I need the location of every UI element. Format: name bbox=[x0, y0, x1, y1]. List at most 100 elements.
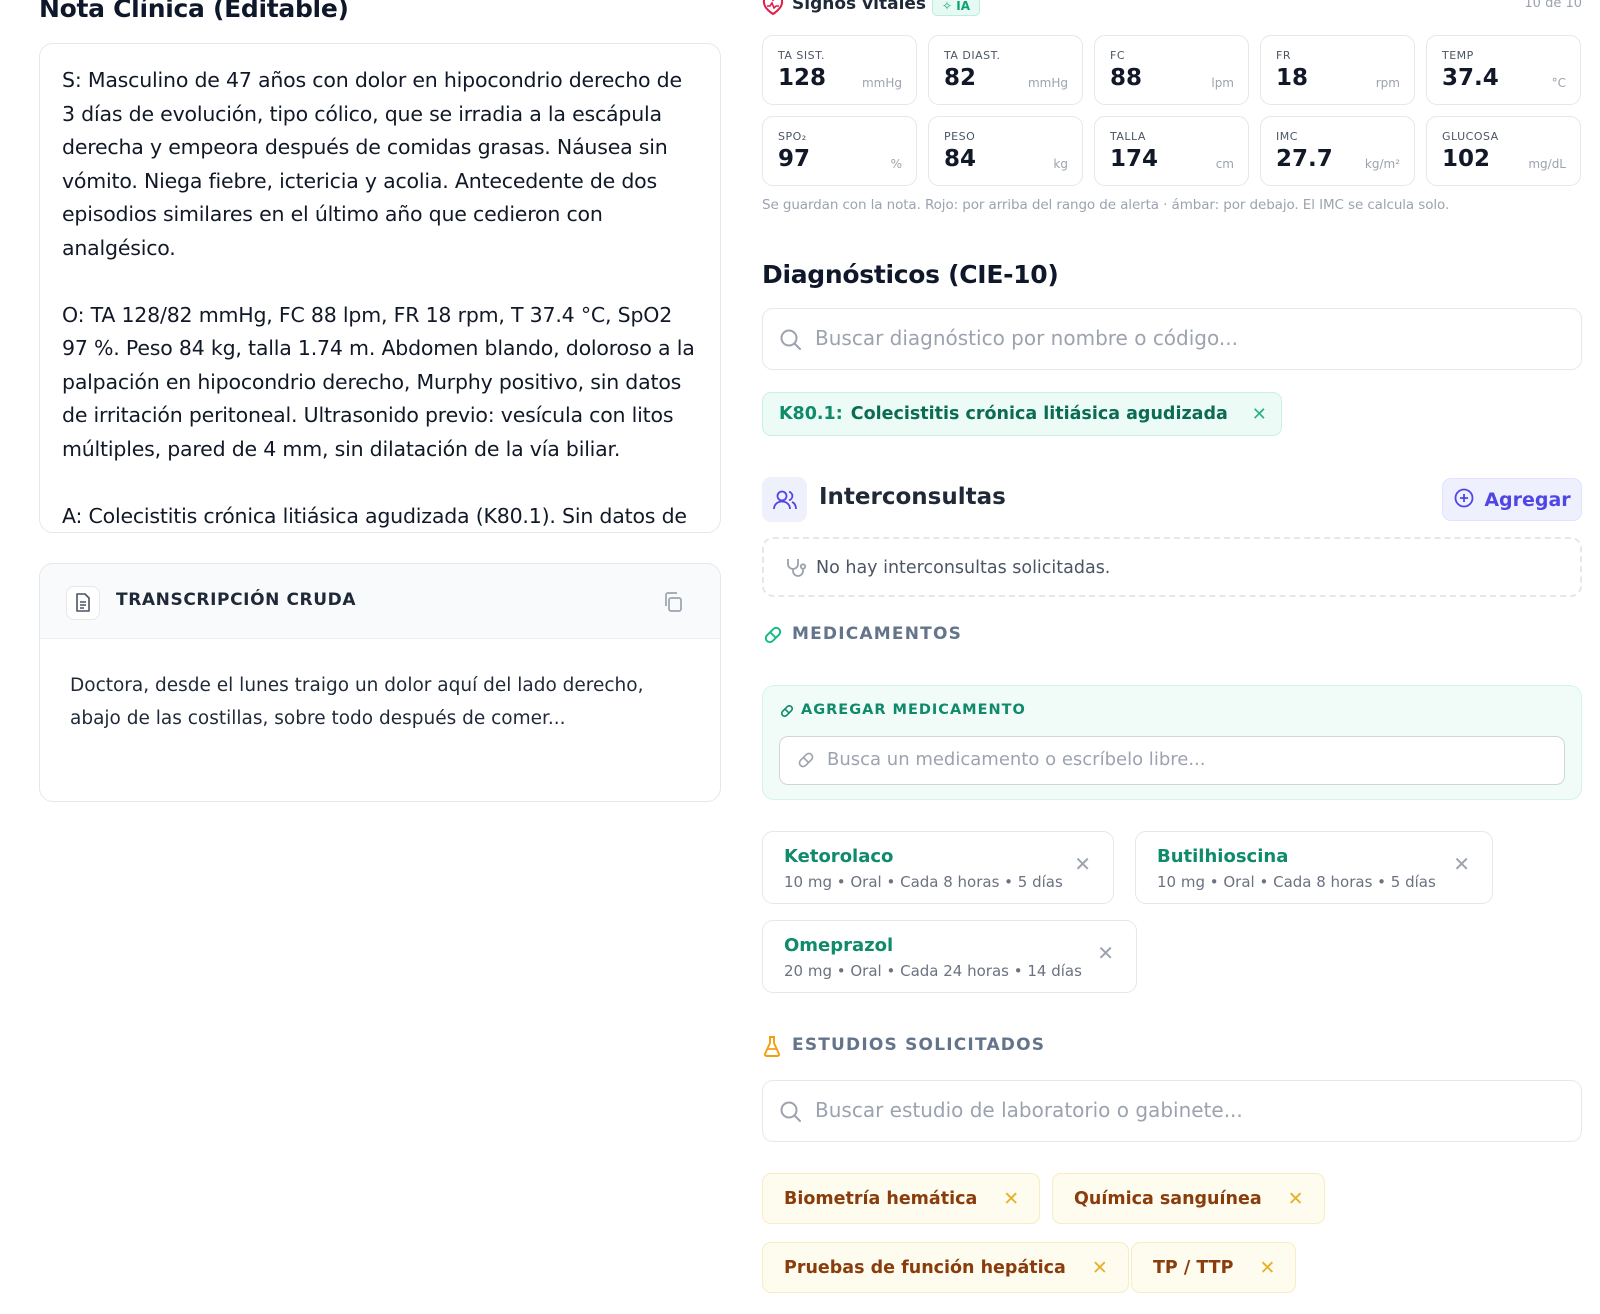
vital-value[interactable]: 18 bbox=[1276, 65, 1308, 91]
vital-talla[interactable]: TALLA 174 cm bbox=[1094, 116, 1249, 186]
vitals-header: Signos vitales ✧ IA 10 de 10 bbox=[762, 0, 1582, 22]
add-medication-title: AGREGAR MEDICAMENTO bbox=[801, 702, 1026, 718]
vital-unit: cm bbox=[1215, 157, 1234, 171]
vital-label: IMC bbox=[1276, 130, 1298, 143]
search-icon bbox=[779, 328, 803, 356]
add-consult-button[interactable]: Agregar bbox=[1442, 478, 1582, 521]
flask-icon bbox=[762, 1035, 782, 1061]
vital-value[interactable]: 37.4 bbox=[1442, 65, 1499, 91]
vitals-count: 10 de 10 bbox=[1524, 0, 1582, 11]
remove-study-icon[interactable]: ✕ bbox=[1003, 1188, 1019, 1210]
vital-value[interactable]: 128 bbox=[778, 65, 826, 91]
vital-value[interactable]: 102 bbox=[1442, 146, 1490, 172]
diagnosis-name: Colecistitis crónica litiásica agudizada bbox=[850, 404, 1228, 424]
vital-label: GLUCOSA bbox=[1442, 130, 1499, 143]
vital-label: FC bbox=[1110, 49, 1126, 62]
vital-fr[interactable]: FR 18 rpm bbox=[1260, 35, 1415, 105]
vital-ta-diast[interactable]: TA DIAST. 82 mmHg bbox=[928, 35, 1083, 105]
ai-badge-label: IA bbox=[956, 0, 970, 13]
medication-name: Butilhioscina bbox=[1157, 846, 1289, 867]
medication-name: Omeprazol bbox=[784, 935, 894, 956]
plus-circle-icon bbox=[1453, 487, 1475, 513]
transcription-text: Doctora, desde el lunes traigo un dolor … bbox=[70, 675, 644, 729]
copy-icon[interactable] bbox=[660, 589, 686, 615]
medications-title: MEDICAMENTOS bbox=[792, 624, 963, 644]
vital-fc[interactable]: FC 88 lpm bbox=[1094, 35, 1249, 105]
remove-medication-icon[interactable]: ✕ bbox=[1097, 941, 1114, 965]
vital-value[interactable]: 82 bbox=[944, 65, 976, 91]
medication-detail: 10 mg • Oral • Cada 8 horas • 5 días bbox=[1157, 873, 1436, 891]
transcription-title: TRANSCRIPCIÓN CRUDA bbox=[116, 590, 357, 610]
transcription-header: TRANSCRIPCIÓN CRUDA bbox=[40, 564, 720, 639]
diagnosis-chip: K80.1: Colecistitis crónica litiásica ag… bbox=[762, 392, 1282, 436]
vital-glucosa[interactable]: GLUCOSA 102 mg/dL bbox=[1426, 116, 1581, 186]
vital-unit: lpm bbox=[1211, 76, 1234, 90]
vital-label: TA SIST. bbox=[778, 49, 826, 62]
vital-label: SPO₂ bbox=[778, 130, 807, 143]
vital-value[interactable]: 27.7 bbox=[1276, 146, 1333, 172]
remove-study-icon[interactable]: ✕ bbox=[1092, 1257, 1108, 1279]
add-medication-panel: AGREGAR MEDICAMENTO Busca un medicamento… bbox=[762, 685, 1582, 800]
vital-unit: °C bbox=[1551, 76, 1566, 90]
vital-unit: rpm bbox=[1375, 76, 1400, 90]
ai-badge: ✧ IA bbox=[932, 0, 980, 16]
medication-detail: 10 mg • Oral • Cada 8 horas • 5 días bbox=[784, 873, 1063, 891]
remove-diagnosis-icon[interactable]: ✕ bbox=[1252, 404, 1267, 425]
vital-value[interactable]: 84 bbox=[944, 146, 976, 172]
study-name: TP / TTP bbox=[1153, 1257, 1234, 1278]
study-chip: Biometría hemática ✕ bbox=[762, 1173, 1041, 1224]
medication-card: Ketorolaco 10 mg • Oral • Cada 8 horas •… bbox=[762, 831, 1114, 904]
vitals-title: Signos vitales bbox=[792, 0, 927, 14]
vital-ta-sist[interactable]: TA SIST. 128 mmHg bbox=[762, 35, 917, 105]
search-icon bbox=[779, 1100, 803, 1128]
vital-unit: kg/m² bbox=[1364, 157, 1400, 171]
remove-medication-icon[interactable]: ✕ bbox=[1453, 852, 1470, 876]
study-search-placeholder: Buscar estudio de laboratorio o gabinete… bbox=[815, 1098, 1243, 1122]
study-search-input[interactable]: Buscar estudio de laboratorio o gabinete… bbox=[762, 1080, 1582, 1142]
vital-temp[interactable]: TEMP 37.4 °C bbox=[1426, 35, 1581, 105]
vital-unit: mg/dL bbox=[1528, 157, 1566, 171]
remove-medication-icon[interactable]: ✕ bbox=[1074, 852, 1091, 876]
diagnosis-code: K80.1: bbox=[779, 404, 843, 424]
study-chip: Química sanguínea ✕ bbox=[1052, 1173, 1325, 1224]
medication-card: Butilhioscina 10 mg • Oral • Cada 8 hora… bbox=[1135, 831, 1493, 904]
remove-study-icon[interactable]: ✕ bbox=[1288, 1188, 1304, 1210]
study-chip: TP / TTP ✕ bbox=[1131, 1242, 1297, 1293]
pill-icon bbox=[779, 703, 795, 723]
vital-value[interactable]: 97 bbox=[778, 146, 810, 172]
medication-search-input[interactable]: Busca un medicamento o escríbelo libre..… bbox=[779, 736, 1565, 785]
vital-unit: kg bbox=[1053, 157, 1068, 171]
heart-pulse-icon bbox=[762, 0, 784, 20]
consults-empty-state: No hay interconsultas solicitadas. bbox=[762, 537, 1582, 597]
users-icon bbox=[762, 477, 807, 522]
transcription-card: TRANSCRIPCIÓN CRUDA Doctora, desde el lu… bbox=[39, 563, 721, 802]
vital-label: TALLA bbox=[1110, 130, 1146, 143]
vital-value[interactable]: 88 bbox=[1110, 65, 1142, 91]
vitals-grid: TA SIST. 128 mmHg TA DIAST. 82 mmHg FC 88 lpm … bbox=[762, 35, 1582, 186]
document-icon bbox=[66, 586, 100, 620]
vital-label: TA DIAST. bbox=[944, 49, 1001, 62]
studies-title: ESTUDIOS SOLICITADOS bbox=[792, 1035, 1046, 1055]
medication-card: Omeprazol 20 mg • Oral • Cada 24 horas •… bbox=[762, 920, 1137, 993]
add-consult-label: Agregar bbox=[1484, 488, 1571, 511]
vital-peso[interactable]: PESO 84 kg bbox=[928, 116, 1083, 186]
vitals-help-text: Se guardan con la nota. Rojo: por arriba… bbox=[762, 197, 1450, 213]
vital-imc[interactable]: IMC 27.7 kg/m² bbox=[1260, 116, 1415, 186]
clinical-note-editor[interactable]: S: Masculino de 47 años con dolor en hip… bbox=[39, 43, 721, 533]
diagnoses-title: Diagnósticos (CIE-10) bbox=[762, 260, 1059, 289]
vital-value[interactable]: 174 bbox=[1110, 146, 1158, 172]
vital-label: PESO bbox=[944, 130, 976, 143]
vital-spo2[interactable]: SPO₂ 97% bbox=[762, 116, 917, 186]
page-title: Nota Clínica (Editable) bbox=[39, 0, 349, 23]
vital-label: TEMP bbox=[1442, 49, 1474, 62]
study-name: Pruebas de función hepática bbox=[784, 1257, 1066, 1278]
vital-label: FR bbox=[1276, 49, 1291, 62]
vital-unit: mmHg bbox=[1027, 76, 1068, 90]
clinical-note-text[interactable]: S: Masculino de 47 años con dolor en hip… bbox=[40, 44, 720, 532]
diagnosis-search-placeholder: Buscar diagnóstico por nombre o código..… bbox=[815, 326, 1238, 350]
remove-study-icon[interactable]: ✕ bbox=[1259, 1257, 1275, 1279]
medication-search-placeholder: Busca un medicamento o escríbelo libre..… bbox=[827, 749, 1206, 770]
study-name: Biometría hemática bbox=[784, 1188, 978, 1209]
study-name: Química sanguínea bbox=[1074, 1188, 1262, 1209]
diagnosis-search-input[interactable]: Buscar diagnóstico por nombre o código..… bbox=[762, 308, 1582, 370]
